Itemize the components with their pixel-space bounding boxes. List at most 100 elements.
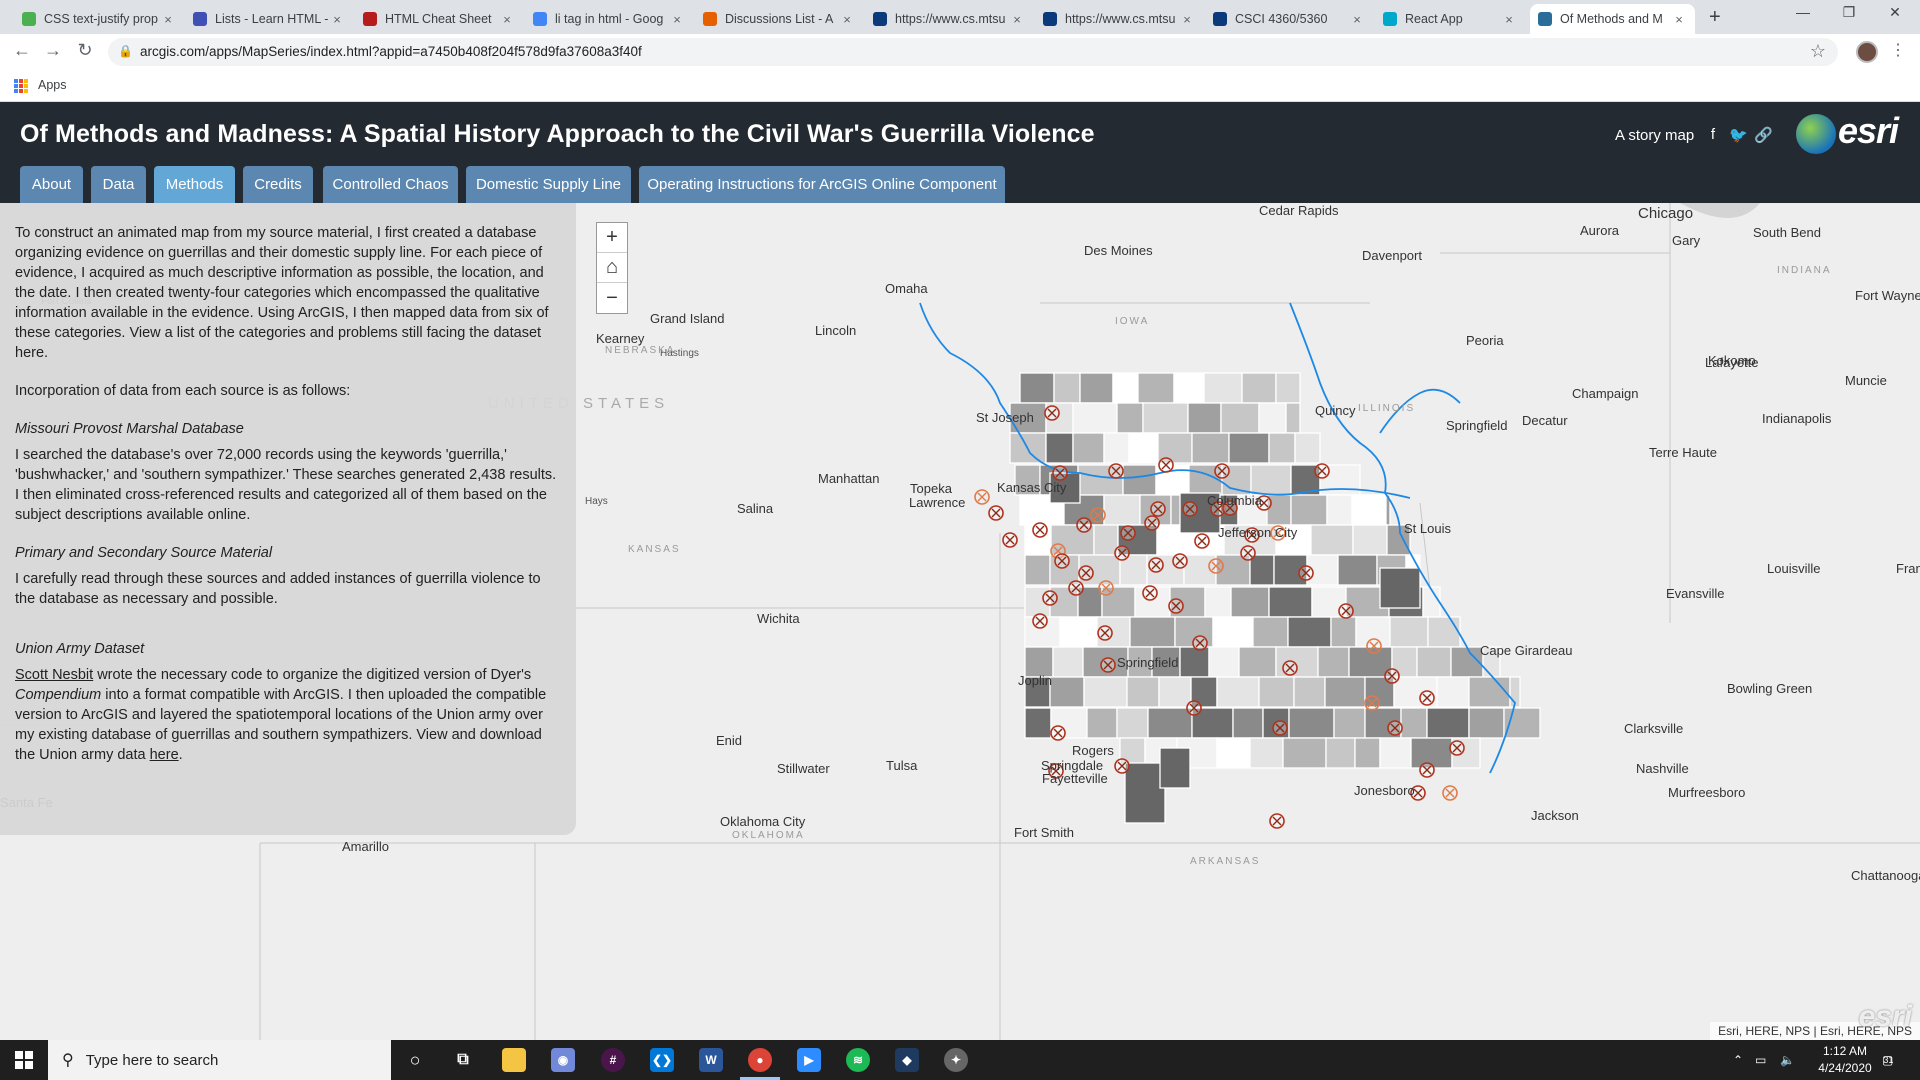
guerrilla-event-marker[interactable] [1168,598,1184,614]
county[interactable] [1173,372,1205,404]
link-icon[interactable]: 🔗 [1754,126,1773,144]
discord-icon[interactable]: ◉ [551,1048,575,1072]
county[interactable] [1324,676,1366,708]
guerrilla-event-marker[interactable] [1148,557,1164,573]
guerrilla-event-marker[interactable] [1100,657,1116,673]
county[interactable] [1325,737,1356,769]
county[interactable] [1427,616,1461,648]
county[interactable] [1275,646,1319,678]
vscode-icon[interactable]: ❮❯ [650,1048,674,1072]
county[interactable] [1128,432,1159,464]
county[interactable] [1238,646,1277,678]
reload-button[interactable]: ↻ [73,40,97,61]
system-clock[interactable]: 1:12 AM 4/24/2020 [1813,1043,1877,1077]
file-explorer-icon[interactable] [502,1048,526,1072]
guerrilla-event-marker[interactable] [1314,463,1330,479]
county[interactable] [1191,432,1230,464]
guerrilla-event-marker[interactable] [1182,501,1198,517]
guerrilla-event-marker[interactable] [1298,565,1314,581]
back-button[interactable]: ← [10,40,34,61]
county[interactable] [1422,586,1441,618]
county[interactable] [1216,676,1260,708]
guerrilla-event-marker[interactable] [1442,785,1458,801]
taskbar-search[interactable]: ⚲ Type here to search [48,1040,391,1080]
browser-tab[interactable]: Of Methods and M × [1530,4,1695,34]
start-button[interactable] [0,1040,48,1080]
county[interactable] [1252,616,1289,648]
close-tab-icon[interactable]: × [669,12,685,27]
twitter-icon[interactable]: 🐦 [1729,126,1748,144]
spotify-icon[interactable]: ≋ [846,1048,870,1072]
county[interactable] [1116,402,1144,434]
guerrilla-event-marker[interactable] [1419,762,1435,778]
county[interactable] [1317,646,1350,678]
close-window-button[interactable]: ✕ [1872,4,1918,21]
county[interactable] [1079,372,1114,404]
county[interactable] [1241,372,1277,404]
county[interactable] [1290,494,1328,526]
county[interactable] [1287,616,1332,648]
county[interactable] [1230,586,1270,618]
county[interactable] [1024,707,1052,739]
guerrilla-event-marker[interactable] [1186,700,1202,716]
guerrilla-event-marker[interactable] [1108,463,1124,479]
county[interactable] [1288,707,1335,739]
county[interactable] [1400,707,1428,739]
guerrilla-event-marker[interactable] [1269,813,1285,829]
county[interactable] [1285,402,1301,434]
county[interactable] [1101,586,1136,618]
county[interactable] [1250,464,1292,496]
close-tab-icon[interactable]: × [1349,12,1365,27]
county[interactable] [1208,646,1240,678]
county[interactable] [1354,737,1381,769]
guerrilla-event-marker[interactable] [1449,740,1465,756]
county[interactable] [1333,707,1366,739]
browser-menu-icon[interactable]: ⋮ [1890,40,1906,60]
county[interactable] [1228,432,1270,464]
browser-tab[interactable]: CSCI 4360/5360 × [1205,4,1373,34]
visual-studio-icon[interactable]: ◆ [895,1048,919,1072]
county[interactable] [1355,616,1391,648]
guerrilla-event-marker[interactable] [1068,580,1084,596]
tab-about[interactable]: About [20,166,83,203]
county[interactable] [1258,676,1295,708]
guerrilla-event-marker[interactable] [1114,545,1130,561]
county[interactable] [1045,432,1074,464]
browser-tab[interactable]: https://www.cs.mtsu × [865,4,1033,34]
bookmark-star-icon[interactable]: ☆ [1810,41,1826,62]
county[interactable] [1103,432,1130,464]
tray-chevron-icon[interactable]: ⌃ [1733,1040,1743,1080]
county[interactable] [1436,676,1470,708]
guerrilla-event-marker[interactable] [1032,613,1048,629]
union-data-link[interactable]: here [150,747,179,763]
guerrilla-event-marker[interactable] [1054,553,1070,569]
county[interactable] [1212,616,1254,648]
new-tab-button[interactable]: + [1709,6,1721,29]
county[interactable] [1337,554,1378,586]
guerrilla-event-marker[interactable] [1114,758,1130,774]
county[interactable] [1426,707,1470,739]
browser-tab[interactable]: CSS text-justify prop × [14,4,184,34]
guerrilla-event-marker[interactable] [1144,515,1160,531]
county[interactable] [1468,707,1505,739]
guerrilla-event-marker[interactable] [1419,690,1435,706]
county[interactable] [1204,586,1232,618]
county[interactable] [1024,554,1051,586]
guerrilla-event-marker[interactable] [1076,517,1092,533]
guerrilla-event-marker[interactable] [988,505,1004,521]
county[interactable] [1410,737,1453,769]
county[interactable] [1072,432,1105,464]
county[interactable] [1416,646,1452,678]
county[interactable] [1126,676,1160,708]
county[interactable] [1093,524,1119,556]
cortana-icon[interactable]: ○ [403,1048,427,1072]
county[interactable] [1249,554,1275,586]
minimize-button[interactable]: — [1780,4,1826,20]
guerrilla-event-marker[interactable] [1042,590,1058,606]
restore-button[interactable]: ❐ [1826,4,1872,21]
county[interactable] [1053,372,1081,404]
county[interactable] [1142,402,1189,434]
slack-icon[interactable]: # [601,1048,625,1072]
guerrilla-event-marker[interactable] [1194,533,1210,549]
close-tab-icon[interactable]: × [1009,12,1025,27]
